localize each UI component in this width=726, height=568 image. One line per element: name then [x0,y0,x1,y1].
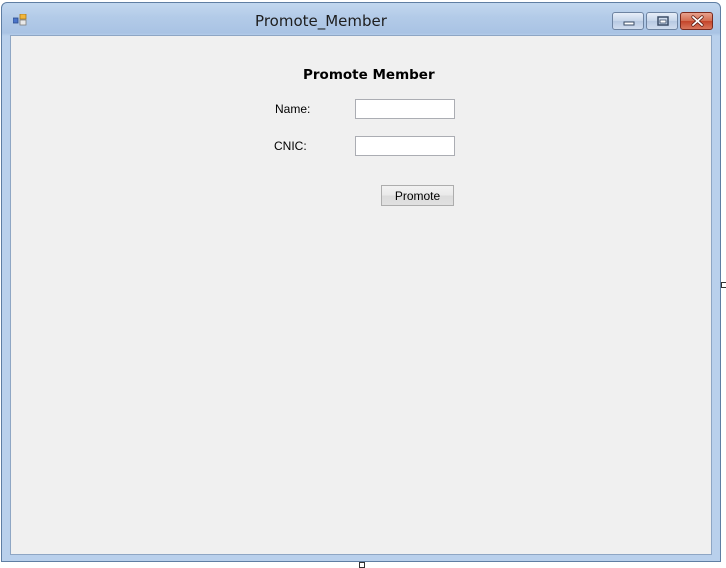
minimize-icon [623,21,635,26]
minimize-button[interactable] [612,12,644,30]
maximize-icon [657,16,669,26]
close-button[interactable] [680,12,713,30]
name-input[interactable] [355,99,455,119]
cnic-label: CNIC: [274,139,307,153]
form-heading: Promote Member [303,67,435,83]
close-icon [691,15,704,27]
name-label: Name: [275,102,311,116]
resize-handle-right[interactable] [721,282,726,288]
form-window: Promote_Member Promote Member Name: CNIC… [1,2,721,562]
window-title: Promote_Member [255,12,387,30]
promote-button[interactable]: Promote [381,185,454,206]
cnic-input[interactable] [355,136,455,156]
form-client-area: Promote Member Name: CNIC: Promote [10,35,712,555]
title-bar[interactable]: Promote_Member [2,3,720,33]
resize-handle-bottom[interactable] [359,562,365,568]
maximize-button[interactable] [646,12,678,30]
